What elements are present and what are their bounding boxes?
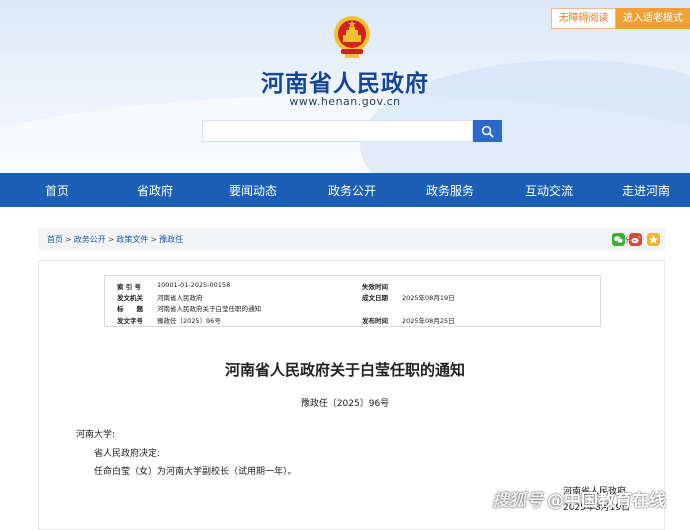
document-paragraph: 任命白莹（女）为河南大学副校长（试用期一年）。 <box>94 467 297 477</box>
document-paragraph: 省人民政府决定: <box>94 449 161 459</box>
breadcrumb-item[interactable]: 豫政任 <box>159 235 183 244</box>
watermark: 搜狐号 @中国教育在线 <box>492 486 666 511</box>
national-emblem-icon <box>334 16 370 58</box>
nav-item-interaction[interactable]: 互动交流 <box>525 182 573 199</box>
breadcrumb-separator: > <box>150 235 158 244</box>
qzone-share-icon[interactable] <box>647 233 660 246</box>
document-title: 河南省人民政府关于白莹任职的通知 <box>224 361 465 379</box>
breadcrumb-item[interactable]: 政务公开 <box>74 235 106 244</box>
meta-label: 标 题 <box>117 305 143 313</box>
document-meta-table: 索 引 号 10001-01-2025-00158 失效时间 发文机关 河南省人… <box>104 275 601 327</box>
weibo-share-icon[interactable] <box>629 233 642 246</box>
breadcrumb-separator: > <box>107 235 115 244</box>
nav-item-services[interactable]: 政务服务 <box>426 182 474 199</box>
meta-value: 河南省人民政府 <box>157 294 203 302</box>
meta-label: 发文字号 <box>117 317 143 325</box>
watermark-brand: 搜狐号 <box>492 491 543 511</box>
breadcrumb-bar: 首页>政务公开>政策文件>豫政任 分享: <box>38 228 665 251</box>
meta-label: 发文机关 <box>117 294 143 302</box>
watermark-text: @中国教育在线 <box>547 491 666 511</box>
wechat-share-icon[interactable] <box>612 233 625 246</box>
site-header: 无障碍阅读 进入适老模式 河南省人民政府 www.henan.gov.cn <box>0 0 690 173</box>
meta-value: 2025年08月19日 <box>402 294 455 302</box>
meta-label: 索 引 号 <box>117 283 142 291</box>
meta-value: 河南省人民政府关于白莹任职的通知 <box>157 305 261 313</box>
breadcrumb-item[interactable]: 首页 <box>47 235 63 244</box>
accessibility-button[interactable]: 无障碍阅读 <box>551 8 616 29</box>
nav-item-government[interactable]: 省政府 <box>137 182 173 199</box>
document-number: 豫政任〔2025〕96号 <box>300 399 390 409</box>
breadcrumb-separator: > <box>65 235 72 244</box>
elder-mode-button[interactable]: 进入适老模式 <box>616 8 690 29</box>
nav-item-about-henan[interactable]: 走进河南 <box>622 182 670 199</box>
meta-label: 失效时间 <box>362 283 388 291</box>
site-title[interactable]: 河南省人民政府 <box>0 64 690 98</box>
breadcrumb-item[interactable]: 政策文件 <box>116 235 148 244</box>
meta-label: 成文日期 <box>362 294 388 302</box>
main-nav: 首页 省政府 要闻动态 政务公开 政务服务 互动交流 走进河南 <box>0 173 690 207</box>
nav-item-disclosure[interactable]: 政务公开 <box>328 182 376 199</box>
search-button[interactable] <box>473 120 502 142</box>
search-input[interactable] <box>202 120 473 142</box>
search-icon <box>481 125 494 137</box>
meta-value: 10001-01-2025-00158 <box>157 281 231 289</box>
nav-item-news[interactable]: 要闻动态 <box>229 182 277 199</box>
meta-value: 豫政任〔2025〕96号 <box>157 317 221 325</box>
breadcrumb: 首页 > 政务公开 > 政策文件 > 豫政任 <box>47 234 183 245</box>
document-recipient: 河南大学: <box>76 430 116 440</box>
site-url[interactable]: www.henan.gov.cn <box>0 95 690 108</box>
meta-label: 发布时间 <box>362 317 388 325</box>
meta-value: 2025年08月25日 <box>402 317 455 325</box>
nav-item-home[interactable]: 首页 <box>45 182 69 199</box>
top-buttons: 无障碍阅读 进入适老模式 <box>551 8 690 29</box>
